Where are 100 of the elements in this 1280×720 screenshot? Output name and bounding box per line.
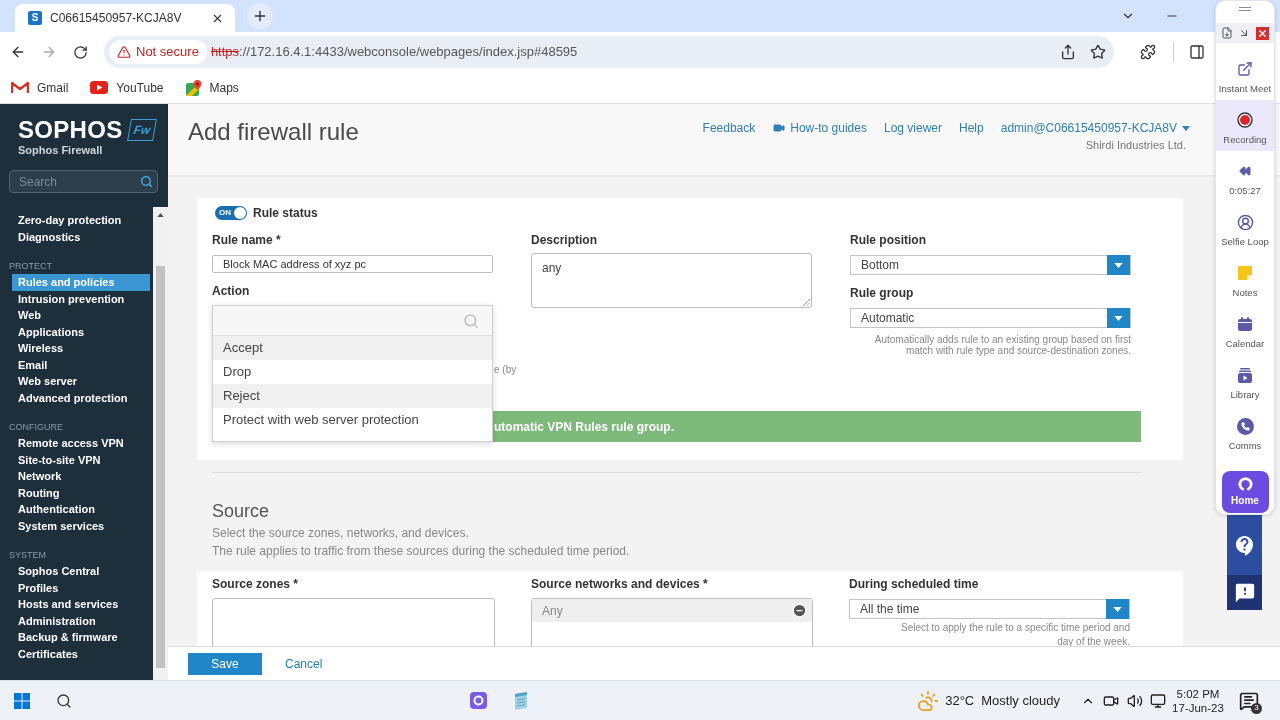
product-badge: Fw (126, 119, 157, 141)
nav-item[interactable]: Advanced protection (12, 389, 150, 406)
dropdown-option[interactable]: Accept (213, 336, 492, 360)
save-button[interactable]: Save (188, 652, 262, 675)
header-link[interactable]: Feedback (702, 120, 756, 136)
file-arrow-icon[interactable] (1220, 27, 1233, 39)
extensions-icon[interactable] (1140, 44, 1156, 60)
field-label: Rule name * (212, 232, 281, 248)
new-tab-button[interactable] (247, 3, 273, 29)
help-widget[interactable] (1227, 512, 1262, 575)
rule-group-select[interactable]: Automatic (850, 308, 1131, 328)
header-link[interactable]: How-to guides (772, 120, 867, 136)
feedback-widget[interactable] (1227, 575, 1262, 610)
nav-item[interactable]: Web (12, 307, 150, 324)
search-icon[interactable] (56, 692, 72, 709)
nav-item[interactable]: System services (12, 517, 150, 534)
nav-item[interactable]: Backup & firmware (12, 629, 150, 646)
taskbar-clock[interactable]: 5:02 PM 17-Jun-23 (1170, 686, 1226, 715)
description-textarea[interactable]: any (531, 253, 812, 308)
dropdown-search-field[interactable] (213, 306, 492, 336)
security-chip[interactable]: Not secure (109, 40, 207, 64)
nav-item[interactable]: Routing (12, 484, 150, 501)
nav-item[interactable]: Hosts and services (12, 596, 150, 613)
browser-tab[interactable]: S C06615450957-KCJA8V (15, 4, 235, 32)
remove-icon[interactable] (792, 603, 807, 618)
nav-item[interactable]: Administration (12, 612, 150, 629)
selfie-loop-button[interactable]: Selfie Loop (1216, 202, 1274, 253)
nav-item[interactable]: Site-to-site VPN (12, 451, 150, 468)
side-panel-icon[interactable] (1189, 44, 1205, 60)
app-icon[interactable] (470, 692, 487, 709)
rule-name-input[interactable]: Block MAC address of xyz pc (212, 255, 493, 273)
notes-button[interactable]: Notes (1216, 253, 1274, 304)
nav-item[interactable]: Sophos Central (12, 563, 150, 580)
nav-item[interactable]: Diagnostics (12, 228, 150, 245)
resize-grip-icon (803, 299, 810, 306)
speaker-icon[interactable] (1127, 692, 1143, 709)
bookmark-link[interactable]: YouTube (90, 78, 164, 97)
nav-item[interactable]: Zero-day protection (12, 212, 150, 229)
drag-handle-icon[interactable] (1239, 7, 1251, 11)
nav-item[interactable]: Certificates (12, 645, 150, 662)
cancel-link[interactable]: Cancel (285, 654, 323, 673)
bookmark-link[interactable]: Gmail (11, 78, 69, 97)
share-icon[interactable] (1060, 44, 1076, 60)
address-bar[interactable]: Not secure https://172.16.4.1:4433/webconsole/webpages/index.jsp#48595 (104, 36, 1114, 68)
field-label: Rule group (850, 285, 914, 301)
help-text: e (by (494, 364, 517, 376)
notepad-icon[interactable] (513, 691, 529, 710)
nav-item[interactable]: Authentication (12, 501, 150, 518)
section-description: Select the source zones, networks, and devices. (212, 525, 469, 542)
url-text: https://172.16.4.1:4433/webconsole/webpages/index.jsp#48595 (210, 43, 578, 62)
rewind-button[interactable]: 0:05:27 (1216, 151, 1274, 202)
dropdown-option[interactable]: Reject (213, 384, 492, 408)
star-icon[interactable] (1090, 44, 1106, 60)
help-text: Automatically adds rule to an existing group based on first (874, 334, 1131, 345)
dropdown-caret-icon (1106, 599, 1129, 619)
network-name: Any (542, 602, 564, 620)
nav-item[interactable]: Intrusion prevention (12, 290, 150, 307)
rule-status-toggle[interactable]: ON (215, 206, 247, 220)
nav-item[interactable]: Web server (12, 373, 150, 390)
tab-title: C06615450957-KCJA8V (50, 10, 183, 27)
warning-icon (117, 45, 131, 59)
phone-icon (1236, 417, 1254, 435)
rule-position-select[interactable]: Bottom (850, 255, 1131, 275)
account-menu[interactable]: admin@C06615450957-KCJA8V (1000, 120, 1190, 136)
record-button[interactable]: Recording (1216, 100, 1274, 151)
library-button[interactable]: Library (1216, 355, 1274, 406)
home-button[interactable]: Home (1221, 471, 1269, 513)
map-pin-icon (185, 79, 202, 96)
sidebar-scrollbar[interactable] (153, 207, 168, 680)
source-zones-field[interactable] (212, 598, 495, 646)
bookmark-link[interactable]: Maps (185, 78, 239, 97)
calendar-button[interactable]: Calendar (1216, 304, 1274, 355)
notification-icon[interactable] (1239, 690, 1259, 711)
ring-icon (1237, 476, 1253, 491)
nav-item[interactable]: Applications (12, 323, 150, 340)
reload-icon[interactable] (73, 44, 88, 60)
comms-button[interactable]: Comms (1216, 406, 1274, 457)
help-text: match with rule type and source-destination zones. (905, 345, 1131, 356)
header-link[interactable]: Log viewer (884, 120, 942, 136)
nav-item[interactable]: Wireless (12, 340, 150, 357)
field-label: Rule position (850, 232, 926, 248)
nav-item[interactable]: Email (12, 356, 150, 373)
nav-item[interactable]: Network (12, 468, 150, 485)
field-label: Rule status (253, 205, 318, 222)
dropdown-option[interactable]: Drop (213, 360, 492, 384)
weather-condition[interactable]: Mostly cloudy (981, 690, 1060, 711)
back-icon[interactable] (10, 44, 26, 60)
schedule-select[interactable]: All the time (849, 599, 1130, 619)
mail-logo-icon (11, 81, 29, 94)
header-link[interactable]: Help (959, 120, 984, 136)
dropdown-option[interactable]: Protect with web server protection (213, 408, 492, 432)
scrollbar-thumb[interactable] (156, 266, 165, 668)
nav-item[interactable]: Remote access VPN (12, 435, 150, 452)
scroll-up-icon (157, 213, 164, 217)
nav-item[interactable]: Profiles (12, 579, 150, 596)
instant-meet-button[interactable]: Instant Meet (1216, 49, 1274, 100)
windows-start-icon[interactable] (14, 692, 30, 709)
feedback-bubble-icon[interactable] (1233, 581, 1256, 604)
monitor-icon[interactable] (1150, 692, 1166, 709)
weather-temperature[interactable]: 32°C (945, 690, 975, 711)
